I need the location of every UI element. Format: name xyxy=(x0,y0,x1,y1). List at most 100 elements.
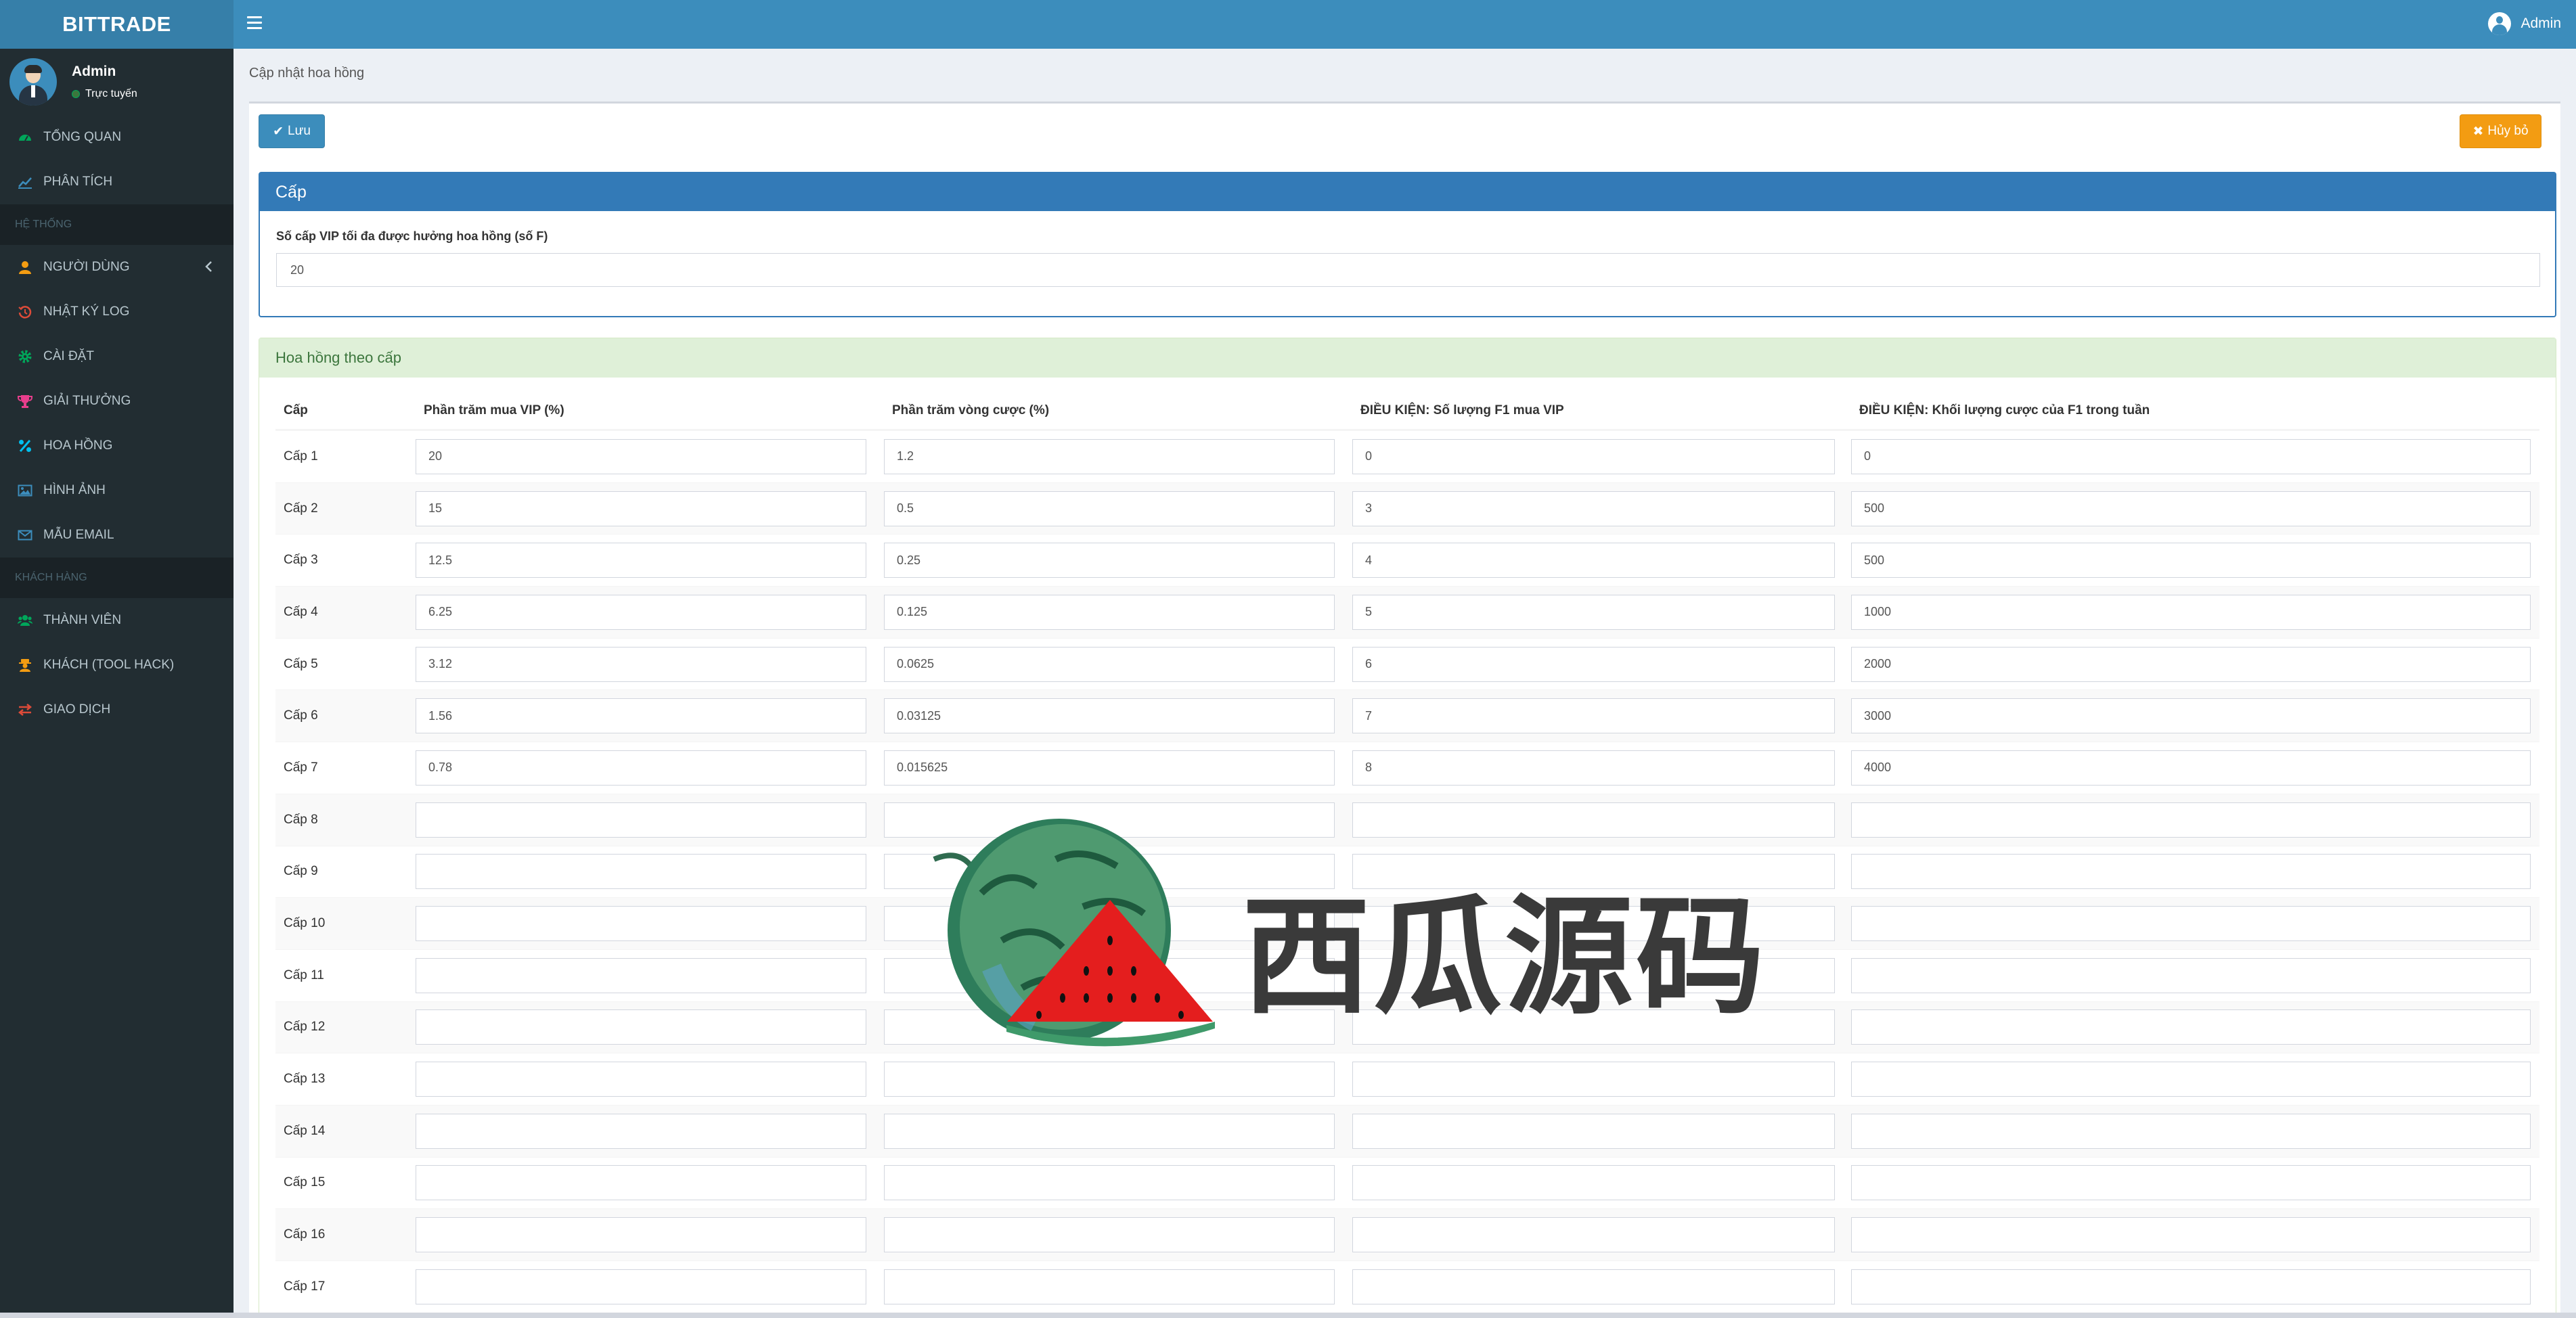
sidebar-item-guests-toolhack[interactable]: KHÁCH (TOOL HACK) xyxy=(0,643,234,687)
f1-count-input[interactable]: 5 xyxy=(1352,594,1835,630)
bet-percent-input[interactable] xyxy=(884,906,1335,942)
bet-percent-input[interactable]: 1.2 xyxy=(884,438,1335,474)
vip-percent-input[interactable] xyxy=(416,1009,866,1045)
bottom-scrollbar[interactable] xyxy=(0,1313,2576,1318)
sidebar-menu: TỔNG QUAN PHÂN TÍCH HỆ THỐNG NGƯỜI DÙNG … xyxy=(0,115,234,732)
f1-volume-input[interactable] xyxy=(1851,1217,2531,1253)
f1-volume-input[interactable] xyxy=(1851,854,2531,890)
sidebar-toggle-icon[interactable] xyxy=(247,16,262,30)
vip-percent-input[interactable]: 20 xyxy=(416,438,866,474)
f1-count-input[interactable] xyxy=(1352,1009,1835,1045)
vip-percent-input[interactable]: 6.25 xyxy=(416,594,866,630)
f1-volume-input[interactable] xyxy=(1851,802,2531,838)
f1-count-input[interactable] xyxy=(1352,1062,1835,1097)
f1-count-input[interactable]: 7 xyxy=(1352,698,1835,734)
f1-volume-input[interactable]: 4000 xyxy=(1851,750,2531,786)
vip-percent-input[interactable] xyxy=(416,1269,866,1304)
f1-count-input[interactable]: 8 xyxy=(1352,750,1835,786)
f1-volume-input[interactable] xyxy=(1851,1269,2531,1304)
f1-count-input[interactable] xyxy=(1352,1217,1835,1253)
save-button[interactable]: ✔ Lưu xyxy=(259,114,325,148)
sidebar-item-analytics[interactable]: PHÂN TÍCH xyxy=(0,160,234,204)
cancel-button[interactable]: ✖ Hủy bỏ xyxy=(2460,114,2541,148)
sidebar-item-rewards[interactable]: GIẢI THƯỞNG xyxy=(0,379,234,424)
f1-volume-input[interactable]: 1000 xyxy=(1851,594,2531,630)
sidebar-item-transactions[interactable]: GIAO DỊCH xyxy=(0,687,234,732)
f1-count-input[interactable] xyxy=(1352,1113,1835,1149)
bet-percent-input[interactable]: 0.0625 xyxy=(884,646,1335,682)
bet-percent-input[interactable] xyxy=(884,1217,1335,1253)
sidebar-item-email-templates[interactable]: MẪU EMAIL xyxy=(0,513,234,558)
vip-percent-input[interactable] xyxy=(416,1165,866,1201)
f1-count-input[interactable] xyxy=(1352,854,1835,890)
dashboard-icon xyxy=(18,130,32,145)
vip-percent-input[interactable] xyxy=(416,854,866,890)
bet-percent-input[interactable] xyxy=(884,854,1335,890)
f1-volume-input[interactable] xyxy=(1851,906,2531,942)
f1-volume-input[interactable] xyxy=(1851,1165,2531,1201)
bet-percent-input[interactable] xyxy=(884,1009,1335,1045)
app-logo[interactable]: BITTRADE xyxy=(0,0,234,49)
bet-percent-input[interactable]: 0.015625 xyxy=(884,750,1335,786)
f1-volume-input[interactable] xyxy=(1851,1113,2531,1149)
sidebar-item-label: KHÁCH (TOOL HACK) xyxy=(43,658,175,672)
bet-percent-input[interactable] xyxy=(884,802,1335,838)
bet-percent-input[interactable]: 0.5 xyxy=(884,491,1335,526)
vip-percent-input[interactable] xyxy=(416,957,866,993)
f1-count-input[interactable]: 3 xyxy=(1352,491,1835,526)
sidebar-item-label: NGƯỜI DÙNG xyxy=(43,260,130,274)
f1-count-input[interactable] xyxy=(1352,1165,1835,1201)
sidebar-item-commission[interactable]: HOA HỒNG xyxy=(0,424,234,468)
max-level-input[interactable]: 20 xyxy=(276,253,2540,287)
bet-percent-input[interactable]: 0.25 xyxy=(884,543,1335,578)
vip-percent-input[interactable]: 15 xyxy=(416,491,866,526)
vip-percent-input[interactable]: 1.56 xyxy=(416,698,866,734)
vip-percent-input[interactable]: 0.78 xyxy=(416,750,866,786)
sidebar-item-users[interactable]: NGƯỜI DÙNG xyxy=(0,245,234,290)
sidebar-item-members[interactable]: THÀNH VIÊN xyxy=(0,598,234,643)
f1-volume-input[interactable]: 500 xyxy=(1851,491,2531,526)
vip-percent-input[interactable]: 3.12 xyxy=(416,646,866,682)
sidebar-item-settings[interactable]: CÀI ĐẶT xyxy=(0,334,234,379)
table-row: Cấp 16 xyxy=(275,1208,2539,1260)
user-panel: Admin Trực tuyến xyxy=(0,49,234,115)
f1-volume-input[interactable]: 0 xyxy=(1851,438,2531,474)
f1-volume-input[interactable]: 2000 xyxy=(1851,646,2531,682)
top-user-menu[interactable]: Admin xyxy=(2488,12,2561,35)
f1-count-input[interactable] xyxy=(1352,906,1835,942)
f1-count-input[interactable]: 6 xyxy=(1352,646,1835,682)
f1-volume-input[interactable] xyxy=(1851,957,2531,993)
sidebar-item-images[interactable]: HÌNH ẢNH xyxy=(0,468,234,513)
sidebar-item-log[interactable]: NHẬT KÝ LOG xyxy=(0,290,234,334)
bet-percent-input[interactable] xyxy=(884,1165,1335,1201)
level-panel: Cấp Số cấp VIP tối đa được hưởng hoa hồn… xyxy=(259,172,2556,317)
f1-count-input[interactable] xyxy=(1352,802,1835,838)
vip-percent-input[interactable] xyxy=(416,906,866,942)
sidebar-item-label: MẪU EMAIL xyxy=(43,528,114,542)
vip-percent-input[interactable] xyxy=(416,1062,866,1097)
f1-count-input[interactable] xyxy=(1352,957,1835,993)
bet-percent-input[interactable] xyxy=(884,1062,1335,1097)
f1-count-input[interactable]: 0 xyxy=(1352,438,1835,474)
bet-percent-input[interactable]: 0.125 xyxy=(884,594,1335,630)
bet-percent-input[interactable] xyxy=(884,957,1335,993)
f1-volume-input[interactable]: 500 xyxy=(1851,543,2531,578)
bet-percent-input[interactable] xyxy=(884,1113,1335,1149)
content-box: ✔ Lưu ✖ Hủy bỏ Cấp Số cấp VIP tối đa đượ… xyxy=(249,101,2560,1318)
bet-percent-input[interactable] xyxy=(884,1269,1335,1304)
table-row: Cấp 17 xyxy=(275,1260,2539,1313)
bet-percent-input[interactable]: 0.03125 xyxy=(884,698,1335,734)
vip-percent-input[interactable]: 12.5 xyxy=(416,543,866,578)
f1-volume-input[interactable] xyxy=(1851,1062,2531,1097)
f1-volume-input[interactable]: 3000 xyxy=(1851,698,2531,734)
sidebar-item-overview[interactable]: TỔNG QUAN xyxy=(0,115,234,160)
f1-count-input[interactable] xyxy=(1352,1269,1835,1304)
vip-percent-input[interactable] xyxy=(416,1113,866,1149)
f1-volume-input[interactable] xyxy=(1851,1009,2531,1045)
f1-count-input[interactable]: 4 xyxy=(1352,543,1835,578)
commission-panel: Hoa hồng theo cấp Cấp Phần trăm mua VIP … xyxy=(259,338,2556,1318)
vip-percent-input[interactable] xyxy=(416,802,866,838)
history-icon xyxy=(18,304,32,319)
panel-title: Hoa hồng theo cấp xyxy=(259,338,2556,378)
vip-percent-input[interactable] xyxy=(416,1217,866,1253)
